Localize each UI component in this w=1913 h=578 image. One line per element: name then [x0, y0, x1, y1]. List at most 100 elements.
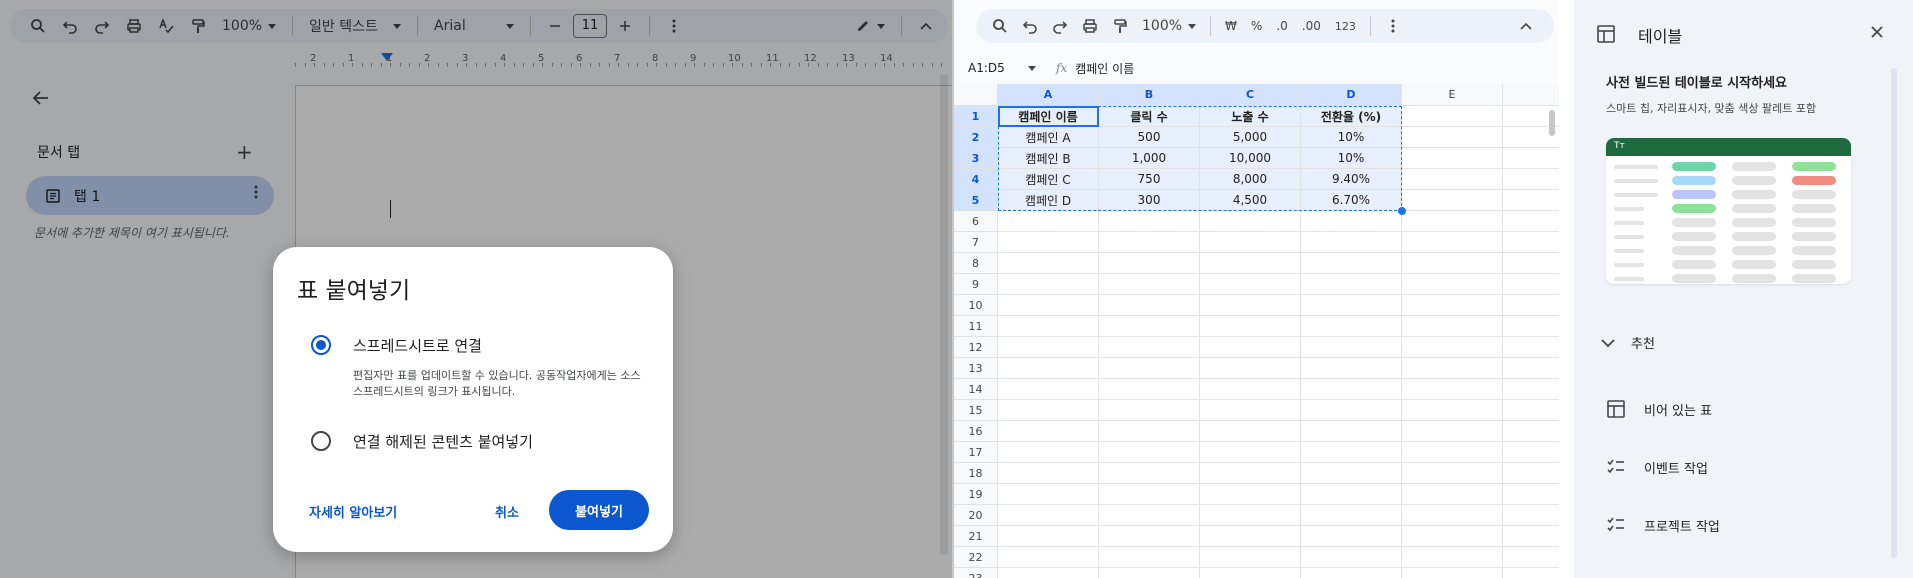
cell[interactable]: [998, 400, 1099, 421]
cell[interactable]: [1402, 190, 1503, 211]
cell[interactable]: [1402, 442, 1503, 463]
row-header[interactable]: 14: [954, 379, 998, 400]
cell[interactable]: [1200, 421, 1301, 442]
cell[interactable]: [1402, 316, 1503, 337]
column-header[interactable]: [1503, 84, 1559, 106]
cell[interactable]: [1503, 463, 1559, 484]
cell[interactable]: [1503, 274, 1559, 295]
name-box[interactable]: A1:D5: [954, 61, 1044, 75]
cell[interactable]: [1503, 148, 1559, 169]
cell[interactable]: [1099, 526, 1200, 547]
cell[interactable]: [1301, 463, 1402, 484]
increase-decimal-button[interactable]: .00: [1296, 19, 1327, 33]
template-empty-table[interactable]: 비어 있는 표: [1606, 399, 1712, 419]
cell[interactable]: [998, 211, 1099, 232]
spreadsheet-grid[interactable]: A B C D E 1 캠페인 이름 클릭 수 노출 수 전환율 (%) 2 캠페인 A 500 5,00…: [954, 84, 1559, 578]
cell[interactable]: [1503, 526, 1559, 547]
cell[interactable]: [1301, 379, 1402, 400]
cell[interactable]: [1402, 148, 1503, 169]
row-header[interactable]: 11: [954, 316, 998, 337]
cell[interactable]: [1402, 232, 1503, 253]
paste-unlinked-radio[interactable]: [311, 431, 331, 451]
paste-button[interactable]: 붙여넣기: [549, 490, 649, 530]
cell[interactable]: [1402, 337, 1503, 358]
row-header[interactable]: 20: [954, 505, 998, 526]
cell[interactable]: [1402, 379, 1503, 400]
cell[interactable]: [1099, 295, 1200, 316]
cell[interactable]: [998, 379, 1099, 400]
learn-more-link[interactable]: 자세히 알아보기: [309, 502, 397, 521]
row-header[interactable]: 16: [954, 421, 998, 442]
cell[interactable]: [1200, 400, 1301, 421]
cell[interactable]: [1099, 505, 1200, 526]
cell[interactable]: [1200, 337, 1301, 358]
cell[interactable]: [1503, 421, 1559, 442]
cell[interactable]: [1200, 547, 1301, 568]
cell[interactable]: [1301, 337, 1402, 358]
cell[interactable]: [998, 358, 1099, 379]
link-to-spreadsheet-label[interactable]: 스프레드시트로 연결: [353, 335, 482, 356]
cell[interactable]: [1503, 442, 1559, 463]
row-header[interactable]: 9: [954, 274, 998, 295]
cell[interactable]: [1402, 463, 1503, 484]
cell[interactable]: [1503, 568, 1559, 578]
cell[interactable]: [1200, 211, 1301, 232]
cell[interactable]: [998, 316, 1099, 337]
cell[interactable]: [1099, 211, 1200, 232]
cell[interactable]: [1200, 253, 1301, 274]
undo-icon[interactable]: [1016, 12, 1044, 40]
decrease-decimal-button[interactable]: .0: [1270, 19, 1293, 33]
cell[interactable]: [1503, 505, 1559, 526]
redo-icon[interactable]: [1046, 12, 1074, 40]
cell[interactable]: [1099, 232, 1200, 253]
cell[interactable]: [1402, 295, 1503, 316]
cell[interactable]: [1301, 274, 1402, 295]
row-header[interactable]: 6: [954, 211, 998, 232]
search-icon[interactable]: [986, 12, 1014, 40]
row-header[interactable]: 1: [954, 106, 998, 127]
cell[interactable]: [1503, 337, 1559, 358]
cell[interactable]: [1099, 442, 1200, 463]
cell[interactable]: [1503, 295, 1559, 316]
column-header[interactable]: B: [1099, 84, 1200, 106]
scrollbar[interactable]: [1549, 110, 1555, 136]
cell[interactable]: [1503, 232, 1559, 253]
row-header[interactable]: 5: [954, 190, 998, 211]
cell[interactable]: [998, 421, 1099, 442]
cell[interactable]: [998, 484, 1099, 505]
currency-format-button[interactable]: ₩: [1219, 19, 1243, 33]
cell[interactable]: [998, 442, 1099, 463]
cell[interactable]: [1402, 127, 1503, 148]
cell[interactable]: [1503, 169, 1559, 190]
cell[interactable]: [1200, 316, 1301, 337]
cell[interactable]: [1301, 484, 1402, 505]
cell[interactable]: [1503, 316, 1559, 337]
cell[interactable]: [1301, 547, 1402, 568]
template-project-tasks[interactable]: 프로젝트 작업: [1606, 515, 1720, 535]
cell[interactable]: [998, 526, 1099, 547]
cell[interactable]: [1301, 211, 1402, 232]
row-header[interactable]: 10: [954, 295, 998, 316]
cell[interactable]: [1099, 253, 1200, 274]
cell[interactable]: [1503, 211, 1559, 232]
cell[interactable]: [1200, 568, 1301, 578]
recommended-section-toggle[interactable]: 추천: [1601, 333, 1655, 352]
cell[interactable]: [998, 568, 1099, 578]
cell[interactable]: [1099, 274, 1200, 295]
paste-unlinked-label[interactable]: 연결 해제된 콘텐츠 붙여넣기: [353, 431, 533, 452]
cell[interactable]: [998, 547, 1099, 568]
row-header[interactable]: 7: [954, 232, 998, 253]
cell[interactable]: [1200, 463, 1301, 484]
close-icon[interactable]: [1870, 25, 1884, 39]
cell[interactable]: [1402, 484, 1503, 505]
cell[interactable]: [1503, 358, 1559, 379]
cell[interactable]: [1301, 526, 1402, 547]
formula-input[interactable]: 캠페인 이름: [1075, 60, 1134, 77]
cell[interactable]: [998, 253, 1099, 274]
cell[interactable]: [998, 337, 1099, 358]
cell[interactable]: [1099, 463, 1200, 484]
row-header[interactable]: 17: [954, 442, 998, 463]
row-header[interactable]: 13: [954, 358, 998, 379]
cell[interactable]: [1402, 169, 1503, 190]
cell[interactable]: [1301, 442, 1402, 463]
